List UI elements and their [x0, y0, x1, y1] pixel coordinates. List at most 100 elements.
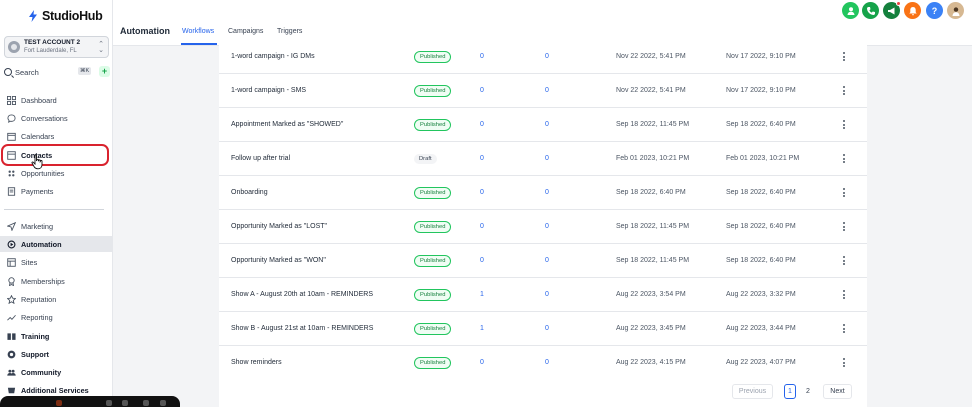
toolbar-dot [143, 400, 149, 406]
people-circle-icon[interactable] [842, 2, 859, 19]
more-options-icon[interactable] [839, 74, 849, 107]
table-row[interactable]: Show A - August 20th at 10am - REMINDERS… [219, 278, 867, 312]
sidebar-item-payments[interactable]: Payments [0, 183, 112, 199]
date-cell: Aug 22 2023, 3:44 PM [726, 325, 796, 332]
table-row[interactable]: Appointment Marked as "SHOWED" Published… [219, 108, 867, 142]
sidebar-item-reporting[interactable]: Reporting [0, 309, 112, 325]
count-cell[interactable]: 0 [480, 176, 484, 209]
tab-campaigns[interactable]: Campaigns [228, 28, 263, 35]
date-cell: Sep 18 2022, 11:45 PM [616, 121, 690, 128]
count-cell[interactable]: 0 [480, 40, 484, 73]
count-cell[interactable]: 1 [480, 278, 484, 311]
count-cell[interactable]: 0 [545, 108, 549, 141]
sidebar-item-conversations[interactable]: Conversations [0, 110, 112, 126]
sidebar-item-community[interactable]: Community [0, 364, 112, 380]
phone-icon[interactable] [862, 2, 879, 19]
count-cell[interactable]: 0 [545, 346, 549, 379]
count-cell[interactable]: 0 [480, 142, 484, 175]
count-cell[interactable]: 0 [480, 74, 484, 107]
table-row[interactable]: 1-word campaign - IG DMs Published 0 0 N… [219, 40, 867, 74]
more-options-icon[interactable] [839, 210, 849, 243]
sidebar-item-automation[interactable]: Automation [0, 236, 112, 252]
previous-page-button[interactable]: Previous [732, 384, 773, 399]
workflow-name[interactable]: 1-word campaign - IG DMs [231, 40, 315, 73]
more-options-icon[interactable] [839, 142, 849, 175]
sidebar-item-reputation[interactable]: Reputation [0, 291, 112, 307]
sites-icon [7, 257, 16, 267]
sidebar-item-calendars[interactable]: Calendars [0, 128, 112, 144]
chat-icon [7, 113, 16, 123]
table-row[interactable]: Follow up after trial Draft 0 0 Feb 01 2… [219, 142, 867, 176]
receipt-icon [7, 186, 16, 196]
count-cell[interactable]: 0 [480, 108, 484, 141]
count-cell[interactable]: 0 [545, 278, 549, 311]
more-options-icon[interactable] [839, 108, 849, 141]
search-button[interactable]: Search ⌘K + [4, 66, 110, 78]
sidebar-item-training[interactable]: Training [0, 328, 112, 344]
workflow-name[interactable]: Show B - August 21st at 10am - REMINDERS [231, 312, 373, 345]
sidebar-item-dashboard[interactable]: Dashboard [0, 92, 112, 108]
count-cell[interactable]: 0 [545, 312, 549, 345]
award-icon [7, 276, 16, 286]
workflow-name[interactable]: Show A - August 20th at 10am - REMINDERS [231, 278, 373, 311]
workflow-name[interactable]: Opportunity Marked as "LOST" [231, 210, 327, 243]
account-switcher[interactable]: TEST ACCOUNT 2 Fort Lauderdale, FL ⌃ ⌄ [4, 36, 109, 58]
date-cell: Sep 18 2022, 6:40 PM [726, 189, 796, 196]
bell-icon[interactable] [904, 2, 921, 19]
sidebar-item-support[interactable]: Support [0, 346, 112, 362]
count-cell[interactable]: 0 [545, 142, 549, 175]
sidebar-item-sites[interactable]: Sites [0, 254, 112, 270]
more-options-icon[interactable] [839, 312, 849, 345]
status-cell: Published [414, 312, 452, 345]
table-row[interactable]: Show B - August 21st at 10am - REMINDERS… [219, 312, 867, 346]
workflow-name[interactable]: Show reminders [231, 346, 282, 379]
count-cell[interactable]: 0 [545, 210, 549, 243]
table-row[interactable]: Opportunity Marked as "LOST" Published 0… [219, 210, 867, 244]
date-cell: Nov 22 2022, 5:41 PM [616, 87, 686, 94]
help-icon[interactable]: ? [926, 2, 943, 19]
count-cell[interactable]: 0 [545, 40, 549, 73]
workflow-name[interactable]: Onboarding [231, 176, 268, 209]
sidebar-item-label: Conversations [21, 113, 68, 123]
count-cell[interactable]: 0 [545, 74, 549, 107]
workflow-name[interactable]: 1-word campaign - SMS [231, 74, 306, 107]
count-cell[interactable]: 1 [480, 312, 484, 345]
recording-toolbar[interactable] [0, 396, 180, 407]
more-options-icon[interactable] [839, 176, 849, 209]
status-cell: Published [414, 40, 452, 73]
tab-workflows[interactable]: Workflows [182, 28, 214, 35]
toolbar-dot [160, 400, 166, 406]
sidebar: StudioHub TEST ACCOUNT 2 Fort Lauderdale… [0, 0, 180, 407]
sidebar-item-marketing[interactable]: Marketing [0, 218, 112, 234]
count-cell[interactable]: 0 [480, 210, 484, 243]
more-options-icon[interactable] [839, 278, 849, 311]
count-cell[interactable]: 0 [480, 346, 484, 379]
count-cell[interactable]: 0 [480, 244, 484, 277]
sidebar-item-memberships[interactable]: Memberships [0, 273, 112, 289]
sidebar-item-opportunities[interactable]: Opportunities [0, 165, 112, 181]
count-cell[interactable]: 0 [545, 176, 549, 209]
more-options-icon[interactable] [839, 346, 849, 379]
tab-triggers[interactable]: Triggers [277, 28, 302, 35]
avatar[interactable] [947, 2, 964, 19]
next-page-button[interactable]: Next [823, 384, 852, 399]
toolbar-dot [106, 400, 112, 406]
table-row[interactable]: Onboarding Published 0 0 Sep 18 2022, 6:… [219, 176, 867, 210]
table-row[interactable]: Opportunity Marked as "WON" Published 0 … [219, 244, 867, 278]
table-row[interactable]: Show reminders Published 0 0 Aug 22 2023… [219, 346, 867, 380]
sidebar-item-label: Reporting [21, 312, 53, 322]
page-1-button[interactable]: 1 [784, 384, 796, 399]
workflow-name[interactable]: Follow up after trial [231, 142, 290, 175]
table-row[interactable]: 1-word campaign - SMS Published 0 0 Nov … [219, 74, 867, 108]
workflow-name[interactable]: Appointment Marked as "SHOWED" [231, 108, 343, 141]
date-cell: Sep 18 2022, 6:40 PM [616, 189, 686, 196]
workflow-name[interactable]: Opportunity Marked as "WON" [231, 244, 326, 277]
more-options-icon[interactable] [839, 244, 849, 277]
quick-add-button[interactable]: + [99, 66, 110, 77]
logo[interactable]: StudioHub [28, 9, 103, 23]
page-2-button[interactable]: 2 [802, 384, 814, 399]
count-cell[interactable]: 0 [545, 244, 549, 277]
megaphone-icon[interactable] [883, 1, 901, 19]
date-cell: Sep 18 2022, 11:45 PM [616, 223, 690, 230]
more-options-icon[interactable] [839, 40, 849, 73]
